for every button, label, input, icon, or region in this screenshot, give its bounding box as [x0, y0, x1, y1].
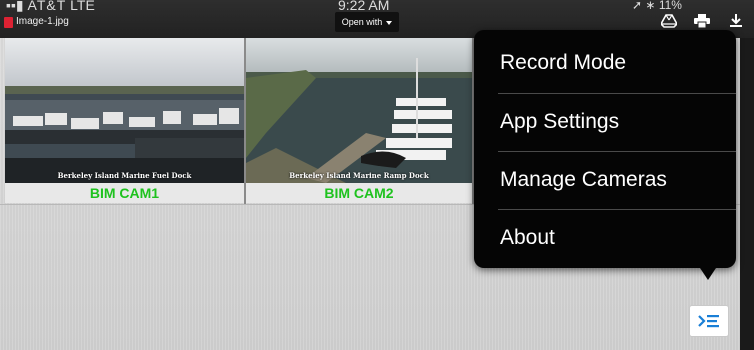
download-icon[interactable]	[728, 14, 744, 28]
file-icon	[4, 17, 13, 28]
location-icon: ➚	[632, 0, 643, 12]
open-with-label: Open with	[341, 17, 383, 27]
file-name: Image-1.jpg	[16, 16, 69, 27]
battery-percent: 11%	[658, 0, 682, 12]
carrier-status: ▪▪▮ AT&T LTE	[6, 0, 95, 14]
app-screen: ▪▪▮ AT&T LTE 9:22 AM ➚ ∗ 11% Image-1.jpg…	[0, 0, 754, 350]
chevron-down-icon	[386, 20, 393, 25]
camera-1-caption: Berkeley Island Marine Fuel Dock	[57, 171, 192, 180]
camera-2-label: BIM CAM2	[246, 183, 472, 203]
menu-toggle-icon	[698, 315, 719, 328]
open-with-button[interactable]: Open with	[335, 12, 399, 32]
menu-pointer	[700, 268, 716, 280]
camera-2-feed: Berkeley Island Marine Ramp Dock	[246, 38, 472, 183]
menu-item-record-mode[interactable]: Record Mode	[474, 34, 736, 92]
menu-item-app-settings[interactable]: App Settings	[474, 93, 736, 151]
carrier-name: AT&T	[27, 0, 67, 13]
camera-2-caption: Berkeley Island Marine Ramp Dock	[289, 171, 429, 180]
camera-1-feed: Berkeley Island Marine Fuel Dock	[5, 38, 244, 183]
menu-item-manage-cameras[interactable]: Manage Cameras	[474, 151, 736, 209]
options-menu: Record Mode App Settings Manage Cameras …	[474, 30, 736, 268]
battery-status: ➚ ∗ 11%	[632, 0, 682, 12]
print-icon[interactable]	[694, 14, 710, 28]
network-type: LTE	[70, 0, 95, 13]
camera-1-label: BIM CAM1	[5, 183, 244, 203]
menu-item-about[interactable]: About	[474, 209, 736, 267]
menu-toggle-button[interactable]	[689, 305, 729, 337]
drive-icon[interactable]	[661, 14, 677, 28]
signal-icon: ▪▪▮	[6, 0, 24, 13]
camera-tile-1[interactable]: Berkeley Island Marine Fuel Dock BIM CAM…	[5, 38, 244, 204]
screen-edge	[740, 38, 754, 350]
bluetooth-icon: ∗	[645, 0, 656, 12]
camera-tile-2[interactable]: Berkeley Island Marine Ramp Dock BIM CAM…	[246, 38, 472, 204]
